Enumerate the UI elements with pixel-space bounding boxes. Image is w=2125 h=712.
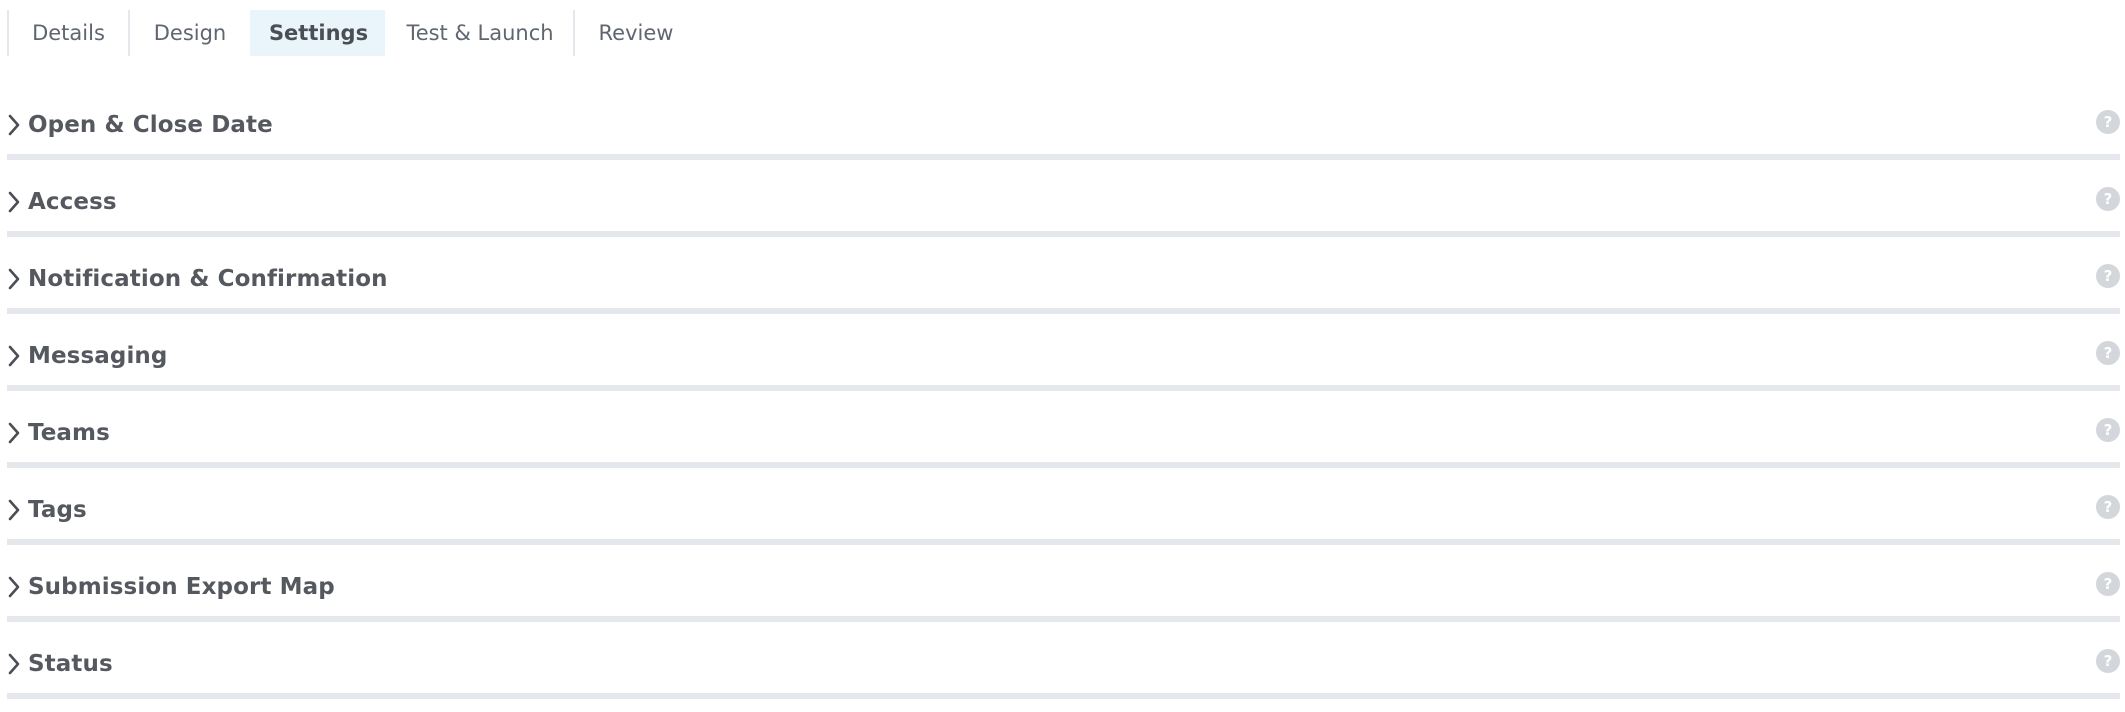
chevron-right-icon xyxy=(7,419,27,447)
chevron-right-icon xyxy=(7,496,27,524)
section-title: Status xyxy=(28,651,113,677)
section-header[interactable]: Messaging xyxy=(7,327,2120,385)
chevron-right-icon xyxy=(7,650,27,678)
tab-details[interactable]: Details xyxy=(7,10,128,56)
section-header[interactable]: Access xyxy=(7,173,2120,231)
help-icon[interactable]: ? xyxy=(2096,418,2120,442)
section-title: Access xyxy=(28,189,117,215)
section-divider xyxy=(7,308,2120,314)
section-divider xyxy=(7,539,2120,545)
help-icon[interactable]: ? xyxy=(2096,110,2120,134)
section-tags: Tags ? xyxy=(7,481,2120,558)
section-messaging: Messaging ? xyxy=(7,327,2120,404)
section-divider xyxy=(7,462,2120,468)
help-icon[interactable]: ? xyxy=(2096,495,2120,519)
tab-design[interactable]: Design xyxy=(128,10,250,56)
section-submission-export-map: Submission Export Map ? xyxy=(7,558,2120,635)
chevron-right-icon xyxy=(7,342,27,370)
section-divider xyxy=(7,693,2120,699)
section-access: Access ? xyxy=(7,173,2120,250)
tab-review[interactable]: Review xyxy=(573,10,697,56)
chevron-right-icon xyxy=(7,188,27,216)
tab-test-launch[interactable]: Test & Launch xyxy=(385,10,573,56)
section-divider xyxy=(7,616,2120,622)
section-divider xyxy=(7,154,2120,160)
help-icon[interactable]: ? xyxy=(2096,187,2120,211)
section-teams: Teams ? xyxy=(7,404,2120,481)
section-title: Notification & Confirmation xyxy=(28,266,388,292)
section-header[interactable]: Notification & Confirmation xyxy=(7,250,2120,308)
section-open-close-date: Open & Close Date ? xyxy=(7,96,2120,173)
section-title: Messaging xyxy=(28,343,168,369)
help-icon[interactable]: ? xyxy=(2096,572,2120,596)
section-header[interactable]: Status xyxy=(7,635,2120,693)
tab-bar: Details Design Settings Test & Launch Re… xyxy=(7,10,697,56)
help-icon[interactable]: ? xyxy=(2096,341,2120,365)
section-divider xyxy=(7,385,2120,391)
settings-sections: Open & Close Date ? Access ? Notificatio… xyxy=(7,96,2120,712)
section-divider xyxy=(7,231,2120,237)
section-notification-confirmation: Notification & Confirmation ? xyxy=(7,250,2120,327)
help-icon[interactable]: ? xyxy=(2096,649,2120,673)
section-title: Tags xyxy=(28,497,87,523)
section-header[interactable]: Open & Close Date xyxy=(7,96,2120,154)
section-status: Status ? xyxy=(7,635,2120,712)
section-title: Teams xyxy=(28,420,110,446)
section-header[interactable]: Tags xyxy=(7,481,2120,539)
help-icon[interactable]: ? xyxy=(2096,264,2120,288)
section-title: Submission Export Map xyxy=(28,574,335,600)
chevron-right-icon xyxy=(7,265,27,293)
tab-settings[interactable]: Settings xyxy=(250,10,385,56)
section-header[interactable]: Teams xyxy=(7,404,2120,462)
chevron-right-icon xyxy=(7,111,27,139)
chevron-right-icon xyxy=(7,573,27,601)
section-header[interactable]: Submission Export Map xyxy=(7,558,2120,616)
section-title: Open & Close Date xyxy=(28,112,273,138)
